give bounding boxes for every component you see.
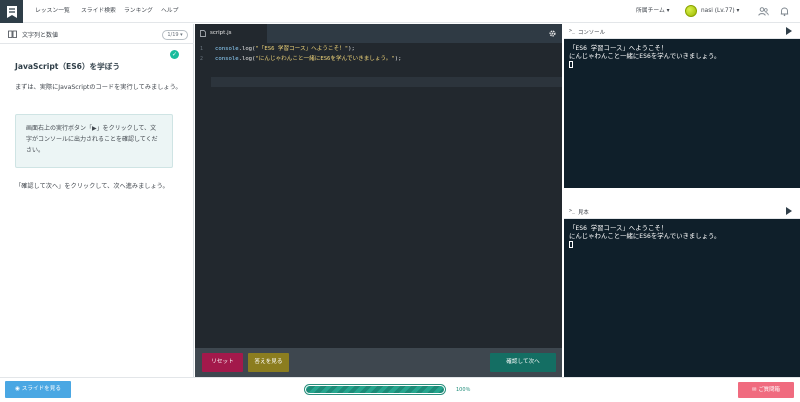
confirm-next-button[interactable]: 確認して次へ xyxy=(490,353,556,372)
lesson-panel: 文字列と数値 1/19 ▾ ✓ JavaScript（ES6）を学ぼう まずは、… xyxy=(0,24,194,377)
progress-text: 100％ xyxy=(456,387,471,393)
file-icon xyxy=(200,30,206,37)
progress-fill xyxy=(306,386,444,393)
sample-output-line: 「ES6 学習コース」へようこそ！ xyxy=(569,224,668,232)
slide-page-select[interactable]: 1/19 ▾ xyxy=(162,30,188,40)
code-end: ); xyxy=(394,56,402,62)
nav-lesson-list[interactable]: レッスン一覧 xyxy=(35,0,70,23)
nav-ranking[interactable]: ランキング xyxy=(124,0,153,23)
nav-slide-search[interactable]: スライド検索 xyxy=(81,0,116,23)
console-output-line: にんじゃわんこと一緒にES6を学んでいきましょう。 xyxy=(569,52,721,60)
view-slides-button[interactable]: ◉ スライドを見る xyxy=(5,381,71,398)
line-gutter xyxy=(195,43,211,348)
editor-tab-bar: script.js xyxy=(195,24,562,43)
terminal-icon: >_ xyxy=(569,28,576,34)
code-line[interactable]: console.log("「ES6 学習コース」へようこそ！"); xyxy=(215,44,355,54)
sample-panel: >_ 見本 「ES6 学習コース」へようこそ！ にんじゃわんこと一緒にES6を学… xyxy=(564,204,800,377)
show-answer-button[interactable]: 答えを見る xyxy=(248,353,289,372)
editor-footer: リセット 答えを見る 確認して次へ xyxy=(195,348,562,377)
play-icon[interactable] xyxy=(786,207,792,215)
avatar[interactable] xyxy=(685,5,697,17)
check-icon: ✓ xyxy=(170,50,179,59)
panel-divider xyxy=(564,188,800,204)
code-end: ); xyxy=(348,46,355,52)
slide-paragraph-2: 「確認して次へ」をクリックして、次へ進みましょう。 xyxy=(15,183,169,190)
sample-output-line: にんじゃわんこと一緒にES6を学んでいきましょう。 xyxy=(569,232,721,240)
slide-title: JavaScript（ES6）を学ぼう xyxy=(15,62,120,71)
sample-label: 見本 xyxy=(578,210,589,216)
view-slides-label: スライドを見る xyxy=(21,386,61,392)
code-string: "「ES6 学習コース」へようこそ！" xyxy=(255,46,349,52)
question-box-button[interactable]: ✉ ご質問箱 xyxy=(738,382,794,398)
reset-button[interactable]: リセット xyxy=(202,353,243,372)
logo-icon xyxy=(6,5,17,18)
console-panel: >_ コンソール 「ES6 学習コース」へようこそ！ にんじゃわんこと一緒にES… xyxy=(564,24,800,188)
user-dropdown[interactable]: nasi (Lv.77) ▾ xyxy=(701,0,739,23)
tab-script-js[interactable]: script.js xyxy=(195,24,267,43)
gear-icon[interactable] xyxy=(548,29,557,38)
console-output-line: 「ES6 学習コース」へようこそ！ xyxy=(569,44,668,52)
play-icon[interactable] xyxy=(786,27,792,35)
bell-icon[interactable] xyxy=(779,6,790,17)
code-function: console xyxy=(215,46,239,52)
slide-paragraph-1: まずは、実際にJavaScriptのコードを実行してみましょう。 xyxy=(15,84,182,91)
active-line-highlight xyxy=(211,77,562,87)
tab-label: script.js xyxy=(210,30,232,36)
bottom-bar: ◉ スライドを見る 100％ ✉ ご質問箱 xyxy=(0,377,800,402)
code-call: .log( xyxy=(238,56,256,62)
book-icon xyxy=(8,30,17,38)
code-call: .log( xyxy=(238,46,256,52)
progress-bar xyxy=(304,384,446,395)
lesson-header: 文字列と数値 1/19 ▾ xyxy=(0,24,194,44)
sample-header: >_ 見本 xyxy=(564,204,800,219)
code-function: console xyxy=(215,56,239,62)
top-nav: レッスン一覧 スライド検索 ランキング ヘルプ 所属チーム ▾ nasi (Lv… xyxy=(0,0,800,23)
instruction-note: 画面右上の実行ボタン「▶」をクリックして、文字がコンソールに出力されることを確認… xyxy=(15,114,173,168)
line-number: 1 xyxy=(200,46,204,52)
people-icon[interactable] xyxy=(758,6,769,17)
terminal-icon: >_ xyxy=(569,208,576,214)
console-cursor xyxy=(569,61,573,68)
code-line[interactable]: console.log("にんじゃわんこと一緒にES6を学んでいきましょう。")… xyxy=(215,54,401,64)
team-dropdown[interactable]: 所属チーム ▾ xyxy=(636,0,670,23)
console-header: >_ コンソール xyxy=(564,24,800,39)
code-string: "にんじゃわんこと一緒にES6を学んでいきましょう。" xyxy=(255,56,395,62)
eye-icon: ◉ xyxy=(15,386,22,392)
progate-logo[interactable] xyxy=(0,0,23,23)
sample-cursor xyxy=(569,241,573,248)
code-editor: script.js 1 2 console.log("「ES6 学習コース」へよ… xyxy=(195,24,562,377)
question-box-label: ご質問箱 xyxy=(758,387,780,393)
console-label: コンソール xyxy=(578,30,605,36)
line-number: 2 xyxy=(200,56,204,62)
lesson-title: 文字列と数値 xyxy=(22,32,59,39)
nav-help[interactable]: ヘルプ xyxy=(161,0,178,23)
